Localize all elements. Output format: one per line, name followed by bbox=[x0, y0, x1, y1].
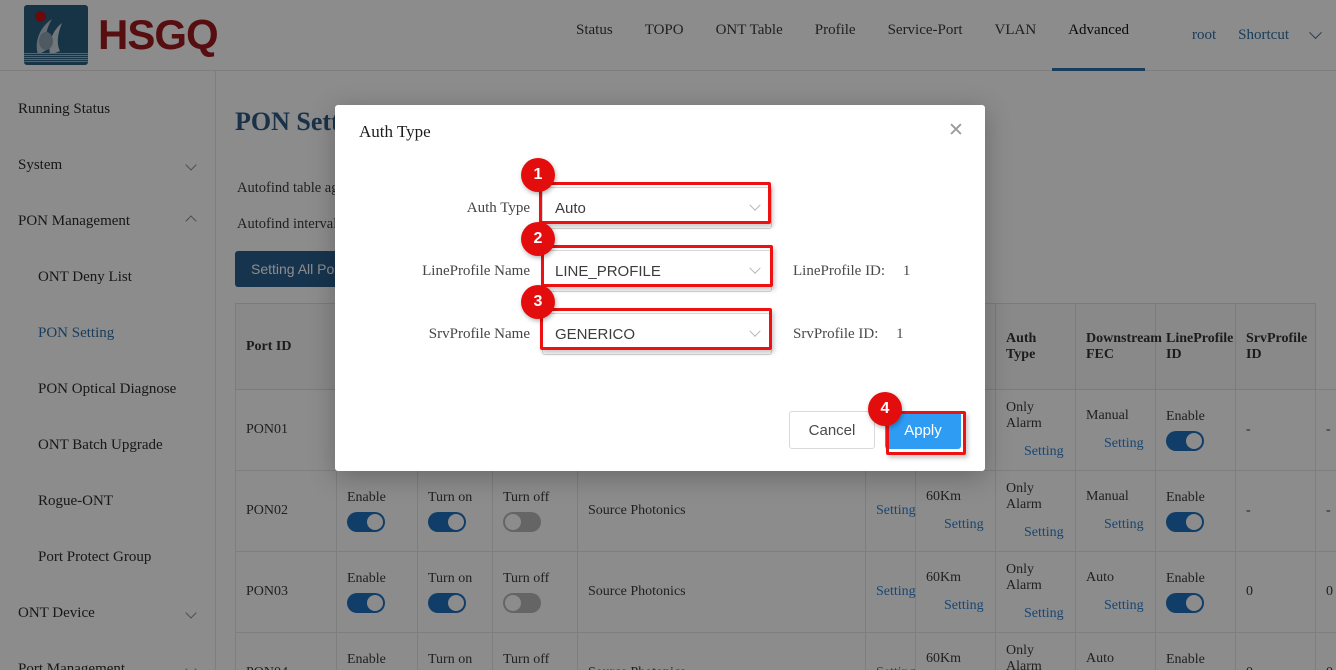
chevron-down-icon bbox=[749, 200, 760, 211]
lineprofile-name-select[interactable]: LINE_PROFILE bbox=[542, 250, 772, 292]
lineprofile-name-value: LINE_PROFILE bbox=[555, 263, 661, 280]
chevron-down-icon bbox=[749, 263, 760, 274]
srvprofile-id-value: 1 bbox=[896, 326, 904, 342]
srvprofile-name-select[interactable]: GENERICO bbox=[542, 313, 772, 355]
srvprofile-name-label: SrvProfile Name bbox=[335, 313, 530, 355]
app-root: HSGQ Status TOPO ONT Table Profile Servi… bbox=[0, 0, 1336, 670]
field-row-srvprofile-name: SrvProfile Name GENERICO SrvProfile ID: … bbox=[335, 313, 985, 355]
chevron-down-icon bbox=[749, 326, 760, 337]
modal-title: Auth Type bbox=[359, 122, 431, 142]
apply-button[interactable]: Apply bbox=[885, 411, 961, 449]
cancel-button[interactable]: Cancel bbox=[789, 411, 875, 449]
auth-type-value: Auto bbox=[555, 200, 586, 217]
modal-footer: Cancel Apply bbox=[335, 411, 985, 449]
auth-type-label: Auth Type bbox=[335, 187, 530, 229]
auth-type-modal: Auth Type ✕ Auth Type Auto LineProfile N… bbox=[335, 105, 985, 471]
auth-type-select[interactable]: Auto bbox=[542, 187, 772, 229]
field-row-auth-type: Auth Type Auto bbox=[335, 187, 985, 229]
field-row-lineprofile-name: LineProfile Name LINE_PROFILE LineProfil… bbox=[335, 250, 985, 292]
srvprofile-id-label: SrvProfile ID: bbox=[793, 326, 878, 342]
srvprofile-name-value: GENERICO bbox=[555, 326, 635, 343]
lineprofile-id-label: LineProfile ID: bbox=[793, 263, 885, 279]
srvprofile-id-display: SrvProfile ID: 1 bbox=[793, 313, 904, 355]
close-icon[interactable]: ✕ bbox=[945, 121, 967, 143]
lineprofile-id-display: LineProfile ID: 1 bbox=[793, 250, 910, 292]
lineprofile-name-label: LineProfile Name bbox=[335, 250, 530, 292]
lineprofile-id-value: 1 bbox=[903, 263, 911, 279]
